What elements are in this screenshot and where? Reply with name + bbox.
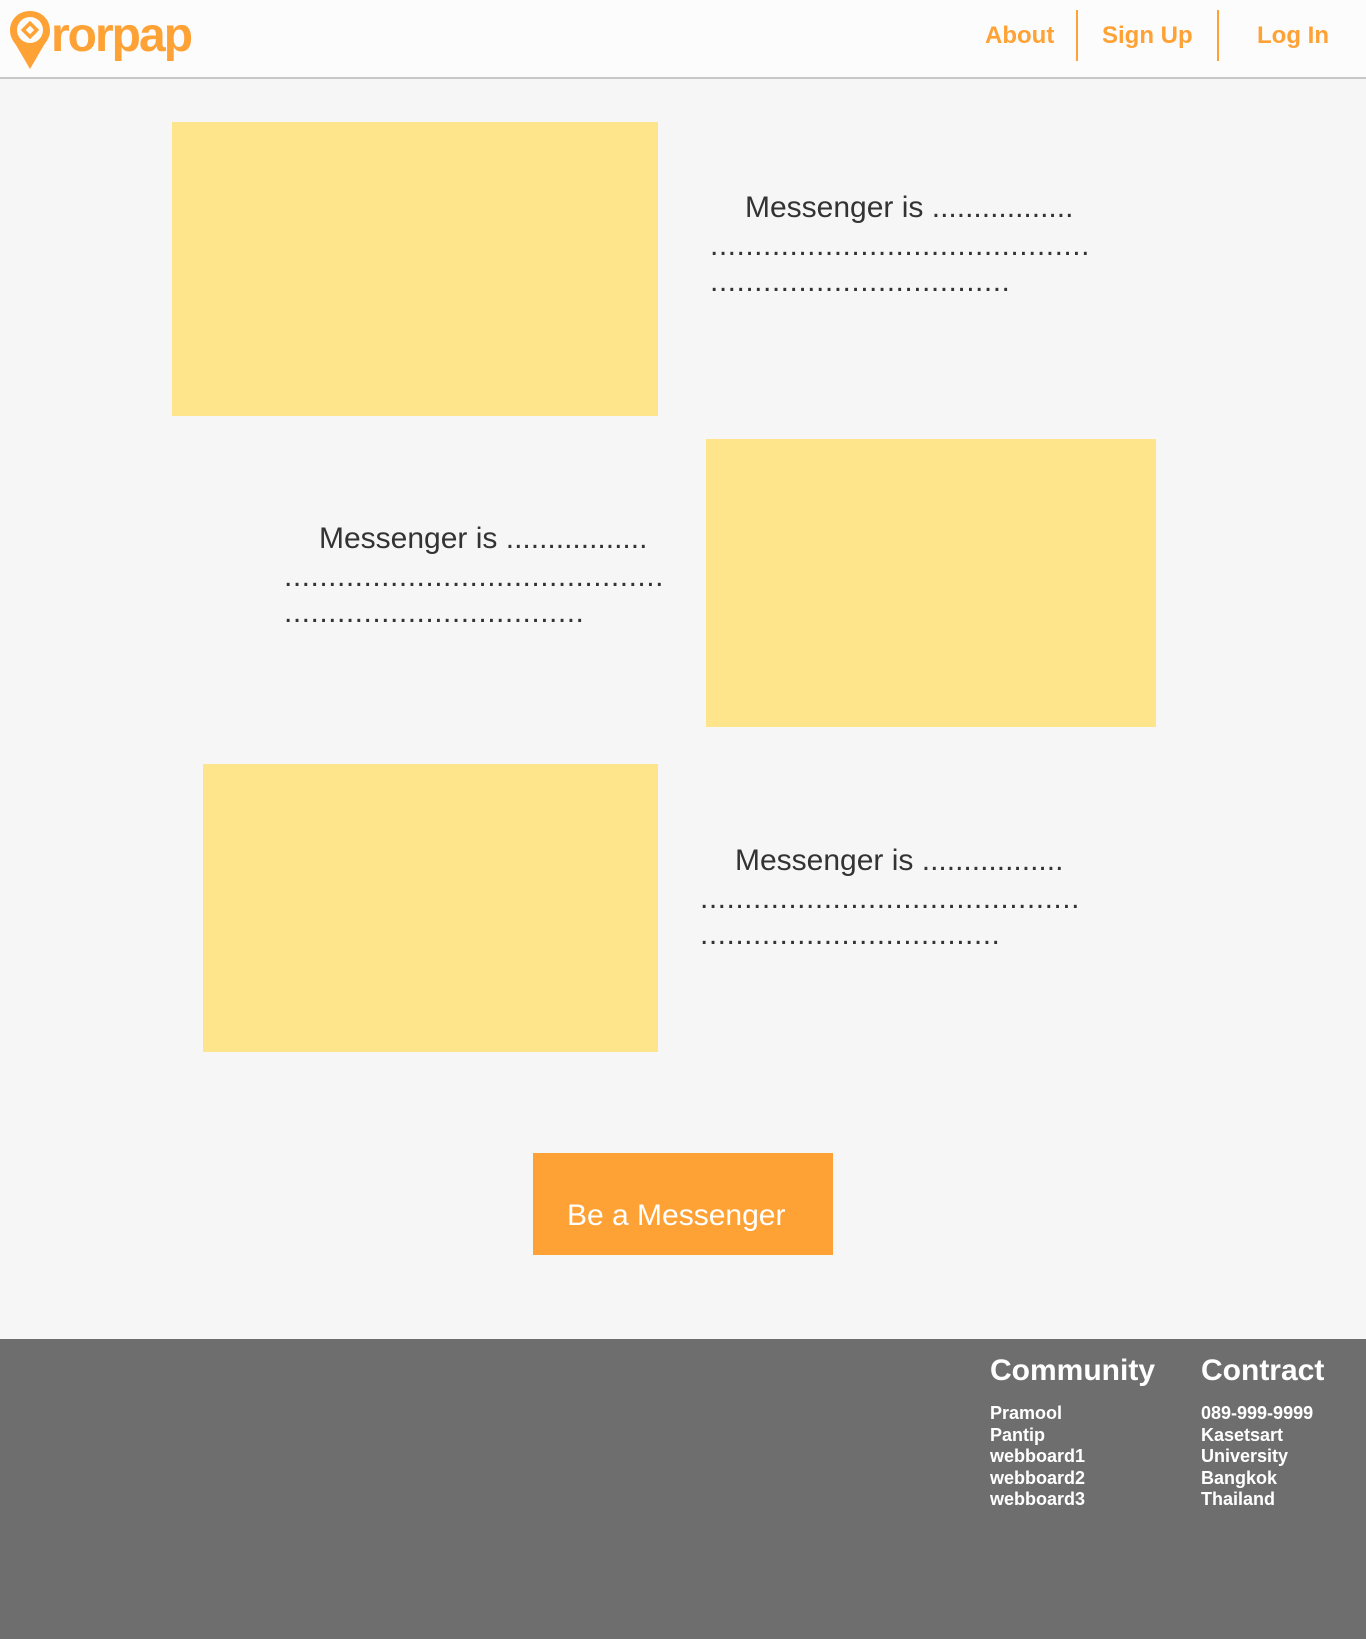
section-1-description: Messenger is ................. .........… [710, 188, 1090, 300]
section-2-text-line: ........................................… [284, 560, 664, 593]
section-2-heading: Messenger is ................. [319, 522, 648, 555]
site-header: rorpap About Sign Up Log In [0, 0, 1366, 79]
map-pin-icon [10, 11, 50, 69]
footer-community-link[interactable]: Pramool [990, 1403, 1155, 1425]
footer-community-link[interactable]: webboard2 [990, 1468, 1155, 1490]
section-2-text-line: .................................. [284, 596, 585, 629]
section-3-image-placeholder [203, 764, 658, 1052]
section-1-image-placeholder [172, 122, 658, 416]
footer-contact-address-line: Kasetsart [1201, 1424, 1284, 1445]
footer-community-link[interactable]: webboard3 [990, 1489, 1155, 1511]
logo[interactable]: rorpap [8, 9, 193, 71]
nav-separator [1076, 10, 1078, 61]
be-a-messenger-button[interactable]: Be a Messenger [533, 1153, 833, 1255]
section-1-text-line: ........................................… [710, 229, 1090, 262]
section-2-image-placeholder [706, 439, 1156, 727]
footer-contact-address-line: University [1201, 1446, 1289, 1466]
section-1-text-line: .................................. [710, 265, 1011, 298]
nav-separator [1217, 10, 1219, 61]
section-3-text-line: ........................................… [700, 882, 1080, 915]
footer-community-link[interactable]: Pantip [990, 1425, 1155, 1447]
footer-contact-address-line: Bangkok [1201, 1467, 1278, 1488]
footer-contact-address-line: Thailand [1201, 1489, 1276, 1509]
footer-community-link[interactable]: webboard1 [990, 1446, 1155, 1468]
nav-signup-link[interactable]: Sign Up [1102, 10, 1193, 62]
section-3-heading: Messenger is ................. [735, 844, 1064, 877]
section-1-heading: Messenger is ................. [745, 191, 1074, 224]
nav-login-link[interactable]: Log In [1257, 10, 1329, 62]
section-3-text-line: .................................. [700, 918, 1001, 951]
footer-contact-phone: 089-999-9999 [1201, 1403, 1314, 1423]
logo-wordmark: rorpap [51, 9, 193, 62]
nav-about-link[interactable]: About [985, 10, 1054, 62]
footer-community-title: Community [990, 1354, 1155, 1387]
footer-community-column: Community Pramool Pantip webboard1 webbo… [990, 1353, 1155, 1511]
footer-contract-title: Contract [1201, 1354, 1325, 1387]
footer-contract-column: Contract 089-999-9999 Kasetsart Universi… [1201, 1353, 1324, 1511]
site-footer: Community Pramool Pantip webboard1 webbo… [0, 1339, 1366, 1639]
section-3-description: Messenger is ................. .........… [700, 841, 1080, 953]
section-2-description: Messenger is ................. .........… [284, 519, 664, 631]
